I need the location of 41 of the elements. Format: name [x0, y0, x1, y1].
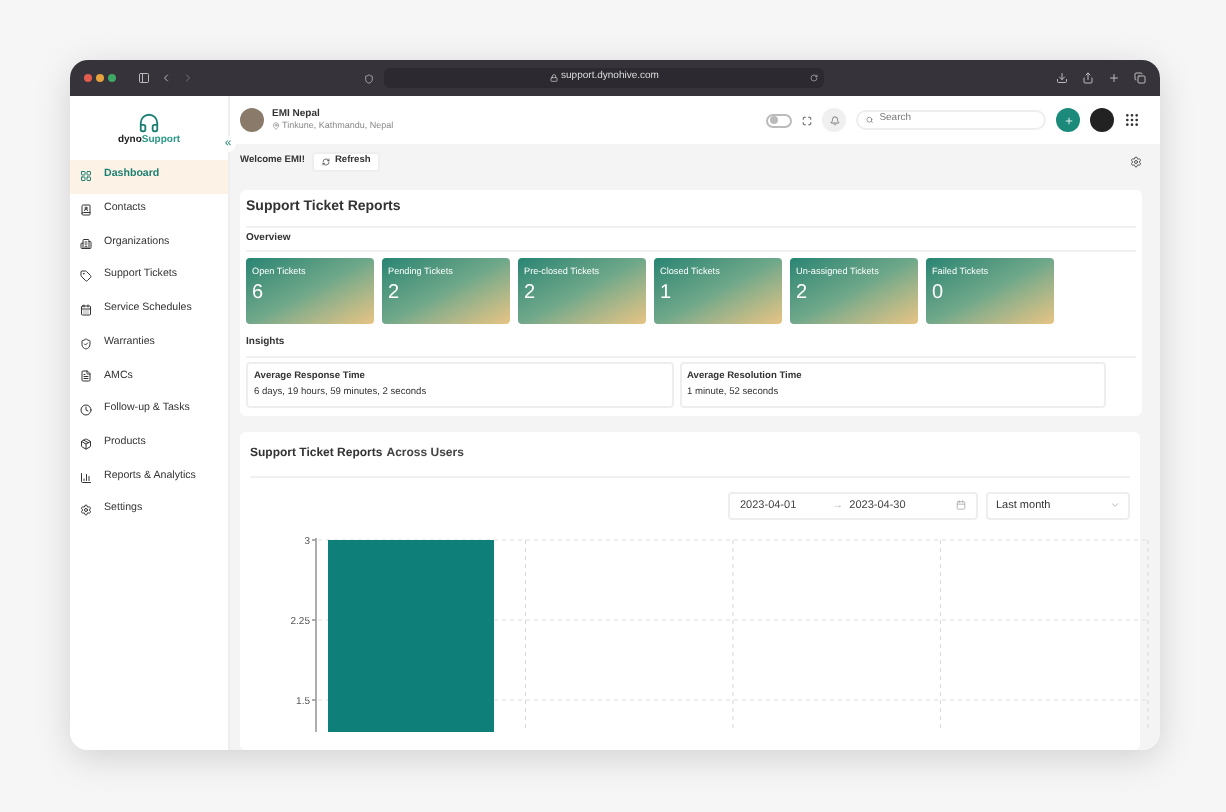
document-icon [80, 370, 92, 383]
plus-icon [1063, 115, 1073, 125]
stat-count: 2 [388, 283, 402, 304]
user-avatar [240, 108, 264, 132]
stat-count: 2 [524, 283, 538, 304]
refresh-icon [322, 158, 331, 166]
new-tab-icon[interactable] [1108, 72, 1120, 84]
add-button[interactable] [1056, 108, 1080, 132]
shield-icon [80, 337, 92, 350]
bell-icon [829, 115, 839, 125]
box-icon [80, 437, 92, 450]
stat-count: 0 [932, 283, 946, 304]
lock-icon [549, 74, 558, 82]
apps-grid-icon[interactable] [1124, 112, 1140, 128]
dashboard-icon [80, 170, 92, 183]
calendar-icon [80, 304, 92, 317]
theme-toggle[interactable] [766, 113, 792, 127]
settings-icon[interactable] [1130, 156, 1142, 168]
share-icon[interactable] [1082, 72, 1094, 84]
download-icon[interactable] [1056, 72, 1068, 84]
clock-icon [80, 404, 92, 417]
reload-icon[interactable] [810, 74, 818, 82]
location-pin-icon [272, 122, 280, 130]
stat-count: 1 [660, 283, 674, 304]
building-icon [80, 237, 92, 250]
search-icon [866, 116, 874, 124]
sidebar-toggle-icon[interactable] [138, 72, 150, 84]
shield-icon[interactable] [364, 73, 374, 83]
settings-icon [80, 504, 92, 517]
tag-icon [80, 270, 92, 283]
logo-icon [138, 112, 160, 134]
back-icon[interactable] [160, 72, 172, 84]
stat-count: 2 [796, 283, 810, 304]
contact-book-icon [80, 204, 92, 217]
profile-avatar[interactable] [1090, 108, 1114, 132]
fullscreen-icon[interactable] [802, 115, 812, 125]
stat-count: 6 [252, 283, 266, 304]
calendar-icon [956, 500, 966, 511]
chevron-down-icon [1110, 500, 1120, 511]
bar-chart-icon [80, 471, 92, 484]
tabs-icon[interactable] [1134, 72, 1146, 84]
